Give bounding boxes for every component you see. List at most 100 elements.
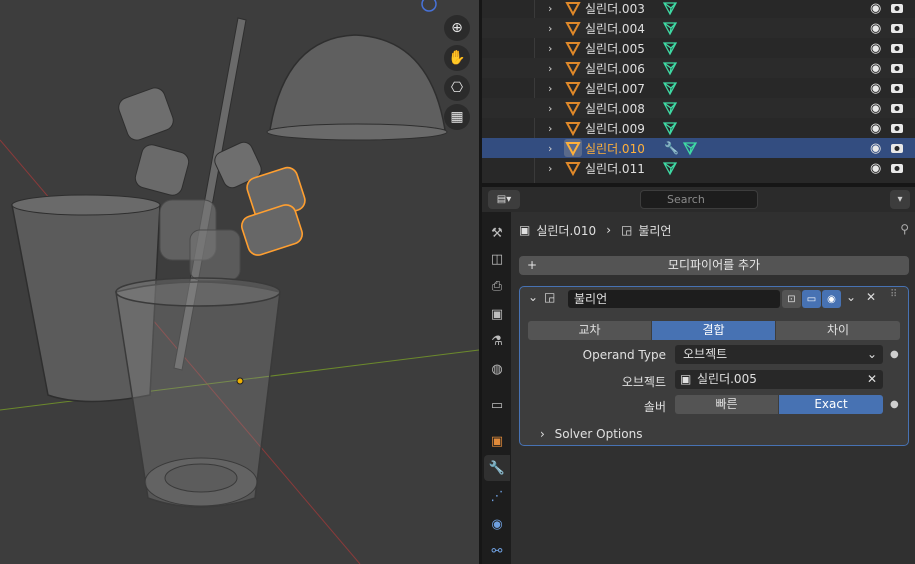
modifier-name-field[interactable]: 불리언: [568, 290, 780, 308]
outliner-row[interactable]: › 실린더.003 ◉: [482, 0, 915, 18]
visibility-eye-icon[interactable]: ◉: [870, 161, 881, 176]
expand-chevron-icon[interactable]: ›: [548, 82, 558, 95]
zoom-icon[interactable]: ⊕: [444, 15, 470, 41]
object-icon: ▣: [519, 223, 531, 237]
mesh-data-icon[interactable]: [662, 120, 678, 136]
mesh-data-icon[interactable]: [662, 60, 678, 76]
mesh-data-icon[interactable]: [662, 100, 678, 116]
object-field[interactable]: ▣ 실린더.005 ✕: [675, 370, 883, 389]
outliner-row[interactable]: › 실린더.010 🔧 ◉: [482, 138, 915, 158]
object-tab-icon[interactable]: ▣: [484, 428, 510, 454]
keyframe-dot-icon[interactable]: ●: [890, 399, 899, 410]
3d-viewport[interactable]: ⊕ ✋ ⎔ ▦: [0, 0, 479, 564]
particles-tab-icon[interactable]: ⋰: [484, 483, 510, 509]
visibility-eye-icon[interactable]: ◉: [870, 121, 881, 136]
modifier-tab-icon[interactable]: 🔧: [484, 455, 510, 481]
close-icon[interactable]: ✕: [866, 290, 876, 304]
render-camera-icon[interactable]: [890, 42, 904, 54]
visibility-eye-icon[interactable]: ◉: [870, 1, 881, 16]
drag-handle-icon[interactable]: ⠿: [890, 289, 897, 300]
mesh-data-icon[interactable]: [662, 80, 678, 96]
keyframe-dot-icon[interactable]: ●: [890, 349, 899, 360]
solver-fast[interactable]: 빠른: [675, 395, 779, 414]
visibility-eye-icon[interactable]: ◉: [870, 141, 881, 156]
render-camera-icon[interactable]: [890, 22, 904, 34]
outliner-row[interactable]: › 실린더.008 ◉: [482, 98, 915, 118]
object-label: 오브젝트: [621, 375, 666, 389]
add-modifier-label: 모디파이어를 추가: [667, 258, 761, 272]
viewport-toggle-icon[interactable]: ▭: [802, 290, 821, 308]
object-triangle-icon: [565, 162, 581, 177]
options-dropdown[interactable]: ▾: [890, 190, 910, 209]
clear-icon[interactable]: ✕: [867, 370, 877, 389]
chevron-down-icon[interactable]: ⌄: [846, 290, 856, 304]
expand-chevron-icon[interactable]: ›: [548, 102, 558, 115]
outliner-object-name: 실린더.006: [585, 61, 645, 76]
expand-chevron-icon[interactable]: ›: [548, 122, 558, 135]
hand-icon[interactable]: ✋: [444, 45, 470, 71]
mesh-data-icon[interactable]: [662, 0, 678, 16]
mesh-data-icon[interactable]: [682, 140, 698, 156]
view-layer-tab-icon[interactable]: ▣: [484, 301, 510, 327]
solver-exact[interactable]: Exact: [779, 395, 883, 414]
render-camera-icon[interactable]: [890, 82, 904, 94]
grid-icon[interactable]: ▦: [444, 104, 470, 130]
outliner-row[interactable]: › 실린더.005 ◉: [482, 38, 915, 58]
render-camera-icon[interactable]: [890, 162, 904, 174]
output-tab-icon[interactable]: ⎙: [484, 273, 510, 299]
render-toggle-icon[interactable]: ◉: [822, 290, 841, 308]
edit-mode-toggle-icon[interactable]: ⊡: [782, 290, 801, 308]
expand-chevron-icon[interactable]: ›: [548, 142, 558, 155]
pin-icon[interactable]: ⚲: [900, 222, 909, 236]
collection-tab-icon[interactable]: ▭: [484, 392, 510, 418]
operation-intersect[interactable]: 교차: [528, 321, 652, 340]
collapse-chevron-icon[interactable]: ⌄: [528, 290, 538, 304]
add-modifier-button[interactable]: + 모디파이어를 추가: [519, 256, 909, 275]
chevron-right-icon: ›: [606, 223, 611, 237]
camera-icon[interactable]: ⎔: [444, 75, 470, 101]
visibility-eye-icon[interactable]: ◉: [870, 81, 881, 96]
viewport-scene: [0, 0, 479, 564]
mesh-data-icon[interactable]: [662, 40, 678, 56]
outliner-row[interactable]: › 실린더.007 ◉: [482, 78, 915, 98]
operation-difference[interactable]: 차이: [776, 321, 900, 340]
render-tab-icon[interactable]: ◫: [484, 246, 510, 272]
properties-tabs: ⚒ ◫ ⎙ ▣ ⚗ ◍ ▭ ▣ 🔧 ⋰ ◉ ⚯: [482, 212, 511, 564]
world-tab-icon[interactable]: ◍: [484, 356, 510, 382]
tool-tab-icon[interactable]: ⚒: [484, 220, 510, 246]
scene-tab-icon[interactable]: ⚗: [484, 328, 510, 354]
render-camera-icon[interactable]: [890, 102, 904, 114]
operand-type-value: 오브젝트: [683, 347, 728, 361]
expand-chevron-icon[interactable]: ›: [548, 42, 558, 55]
wrench-modifier-icon[interactable]: 🔧: [664, 141, 679, 155]
expand-chevron-icon[interactable]: ›: [548, 2, 558, 15]
constraints-tab-icon[interactable]: ⚯: [484, 538, 510, 564]
solver-options-subpanel[interactable]: › Solver Options: [540, 427, 642, 441]
mesh-data-icon[interactable]: [662, 160, 678, 176]
mesh-data-icon[interactable]: [662, 20, 678, 36]
outliner-row[interactable]: › 실린더.009 ◉: [482, 118, 915, 138]
editor-type-button[interactable]: ▤▾: [488, 190, 520, 209]
outliner-row[interactable]: › 실린더.006 ◉: [482, 58, 915, 78]
outliner-row[interactable]: › 실린더.004 ◉: [482, 18, 915, 38]
visibility-eye-icon[interactable]: ◉: [870, 61, 881, 76]
operation-union[interactable]: 결합: [652, 321, 776, 340]
physics-tab-icon[interactable]: ◉: [484, 511, 510, 537]
render-camera-icon[interactable]: [890, 2, 904, 14]
expand-chevron-icon[interactable]: ›: [548, 162, 558, 175]
expand-chevron-icon[interactable]: ›: [548, 22, 558, 35]
object-icon: ▣: [680, 372, 692, 386]
visibility-eye-icon[interactable]: ◉: [870, 41, 881, 56]
object-triangle-icon: [565, 82, 581, 97]
operand-type-dropdown[interactable]: 오브젝트 ⌄: [675, 345, 883, 364]
operand-type-label: Operand Type: [582, 348, 666, 362]
render-camera-icon[interactable]: [890, 62, 904, 74]
visibility-eye-icon[interactable]: ◉: [870, 101, 881, 116]
render-camera-icon[interactable]: [890, 122, 904, 134]
visibility-eye-icon[interactable]: ◉: [870, 21, 881, 36]
boolean-modifier-icon: ◲: [621, 223, 633, 237]
expand-chevron-icon[interactable]: ›: [548, 62, 558, 75]
render-camera-icon[interactable]: [890, 142, 904, 154]
search-input[interactable]: Search: [640, 190, 758, 209]
outliner-row[interactable]: › 실린더.011 ◉: [482, 158, 915, 178]
